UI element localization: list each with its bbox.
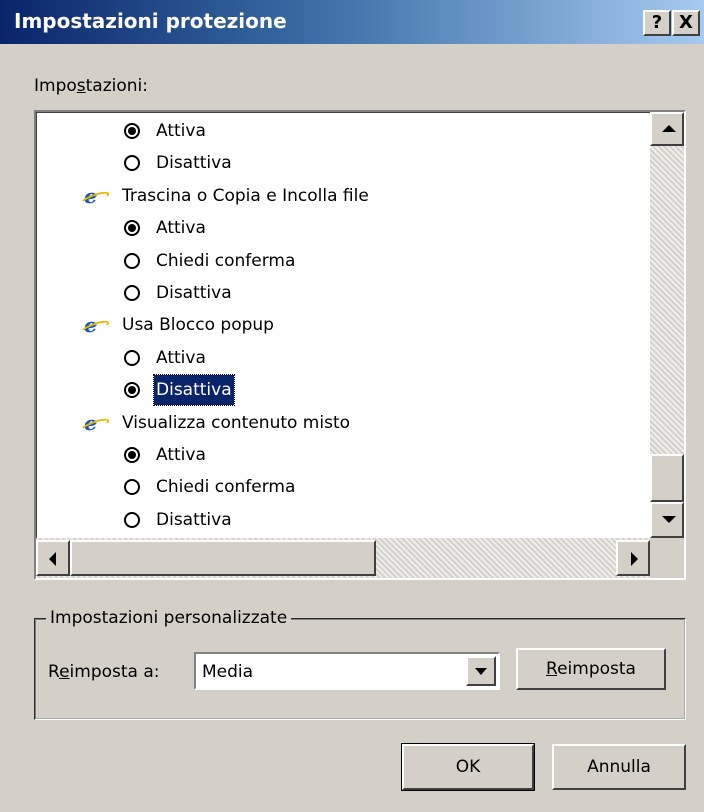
tree-category-label: Visualizza contenuto misto [122,412,351,433]
radio-unchecked-icon[interactable] [124,479,140,496]
reset-level-select[interactable]: Media [194,652,500,690]
tree-option[interactable]: Attiva [36,343,646,373]
radio-checked-icon[interactable] [124,220,140,237]
radio-checked-icon[interactable] [124,123,140,139]
tree-option-label: Attiva [156,121,206,141]
tree-option[interactable]: Chiedi conferma [36,472,646,502]
tree-option[interactable]: Attiva [36,440,646,470]
ie-icon: e [84,413,104,433]
down-arrow-icon [662,516,676,523]
scroll-right-button[interactable] [616,540,650,576]
tree-option-label: Chiedi conferma [156,250,296,271]
tree-option-label: Disattiva [156,283,232,303]
reset-button-text-rest: eimposta [557,659,636,679]
scrollbar-corner [650,538,684,578]
settings-label-accel: s [76,76,86,96]
tree-option-label: Disattiva [156,509,232,530]
ok-button[interactable]: OK [401,743,535,791]
tree-option[interactable]: Attiva [36,213,646,243]
tree-option-label: Attiva [156,218,206,239]
reset-to-label-text-rest: imposta a: [69,662,160,682]
tree-option-label: Disattiva [153,374,235,407]
help-button[interactable]: ? [643,10,671,36]
tree-option[interactable]: Chiedi conferma [36,246,646,276]
right-arrow-icon [631,552,638,566]
cancel-button[interactable]: Annulla [552,744,686,790]
tree-category-label: Usa Blocco popup [122,315,274,336]
reset-button-accel: R [546,659,558,679]
radio-checked-icon[interactable] [124,382,140,399]
vertical-scroll-thumb[interactable] [650,454,684,502]
ie-icon: e [84,315,104,335]
reset-to-label-accel: e [59,662,70,682]
tree-option-label: Attiva [156,445,206,465]
settings-tree[interactable]: Attiva Disattiva e Trascina o Copia e Incol… [34,110,686,580]
tree-category[interactable]: e Visualizza contenuto misto [36,408,646,438]
tree-option-label: Disattiva [156,153,232,174]
tree-category[interactable]: e Trascina o Copia e Incolla file [36,181,646,211]
title-bar: Impostazioni protezione ? X [0,0,704,44]
reset-to-label-text: R [48,662,60,682]
tree-category-label: Trascina o Copia e Incolla file [122,185,369,206]
settings-label-text: Impo [34,76,77,96]
reset-level-value: Media [202,662,254,682]
left-arrow-icon [49,552,56,566]
window-title: Impostazioni protezione [14,9,287,33]
reset-to-label: Reimposta a: [48,662,160,682]
radio-unchecked-icon[interactable] [124,155,140,172]
reset-button[interactable]: Reimposta [516,648,666,690]
tree-option[interactable]: Disattiva [36,374,646,407]
scroll-left-button[interactable] [36,540,70,576]
settings-label-text-rest: tazioni: [85,76,148,96]
radio-unchecked-icon[interactable] [124,252,140,269]
close-button[interactable]: X [672,10,700,36]
up-arrow-icon [662,125,676,132]
scroll-down-button[interactable] [650,502,684,538]
horizontal-scrollbar[interactable] [36,538,650,578]
tree-category[interactable]: e Usa Blocco popup [36,310,646,340]
tree-option-label: Attiva [156,347,206,368]
tree-option-label: Chiedi conferma [156,477,296,498]
radio-unchecked-icon[interactable] [124,349,140,366]
settings-label: Impostazioni: [34,76,148,96]
dropdown-button[interactable] [466,656,496,686]
ie-icon: e [84,186,104,206]
chevron-down-icon [475,668,487,675]
radio-unchecked-icon[interactable] [124,511,140,528]
scroll-up-button[interactable] [650,112,684,146]
radio-unchecked-icon[interactable] [124,285,140,301]
horizontal-scroll-thumb[interactable] [70,540,376,576]
radio-checked-icon[interactable] [124,447,140,463]
tree-option[interactable]: Disattiva [36,148,646,178]
vertical-scrollbar[interactable] [650,112,684,538]
tree-option[interactable]: Attiva [36,116,646,146]
tree-option[interactable]: Disattiva [36,278,646,308]
tree-option[interactable]: Disattiva [36,505,646,535]
custom-settings-legend: Impostazioni personalizzate [46,608,292,628]
